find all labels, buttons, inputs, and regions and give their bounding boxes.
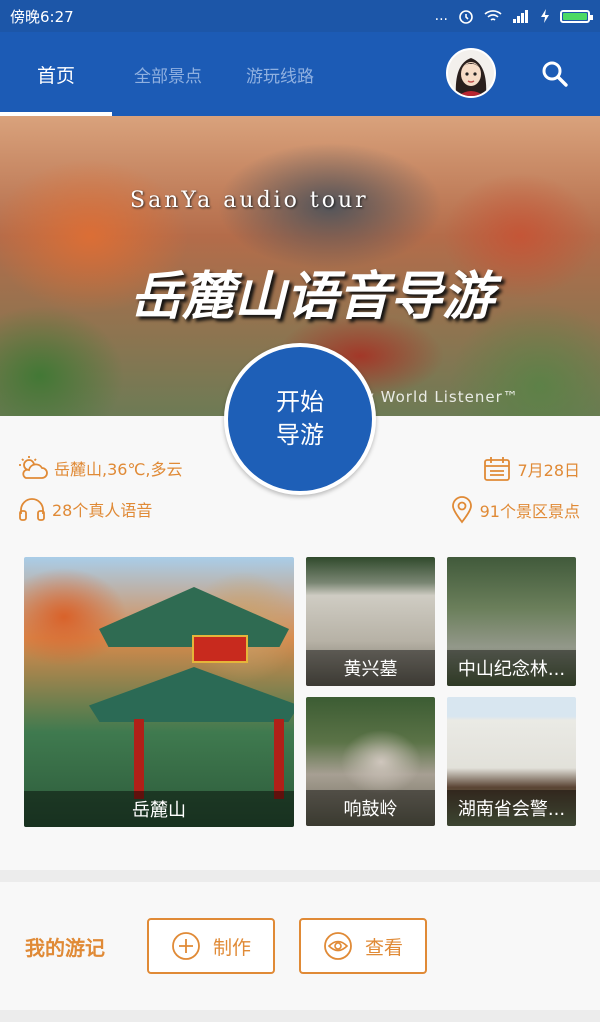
top-navbar: 首页 全部景点 游玩线路 (0, 32, 600, 116)
spot-tile-label: 湖南省会警... (447, 790, 576, 826)
make-journal-label: 制作 (212, 936, 251, 959)
status-bar: 傍晚6:27 ... (0, 0, 600, 32)
pavilion-plaque (192, 635, 248, 663)
date-info: 7月28日 (483, 456, 580, 482)
spot-tile-xianggu[interactable]: 响鼓岭 (306, 697, 435, 826)
alarm-icon (459, 10, 473, 24)
view-journal-button[interactable]: 查看 (299, 918, 427, 974)
charging-icon (541, 9, 549, 23)
spot-tile-label: 中山纪念林... (447, 650, 576, 686)
my-journal-section: 我的游记 制作 查看 (0, 882, 600, 1010)
weather-text: 岳麓山,36℃,多云 (54, 460, 183, 479)
spot-tile-huangxing[interactable]: 黄兴墓 (306, 557, 435, 686)
pavilion-roof-lower (89, 667, 294, 722)
banner-title: 岳麓山语音导游 (130, 266, 495, 327)
tab-home[interactable]: 首页 (0, 32, 112, 116)
avatar[interactable] (446, 48, 496, 98)
status-time: 傍晚6:27 (10, 7, 74, 26)
spot-tile-zhongshan[interactable]: 中山纪念林... (447, 557, 576, 686)
voices-info: 28个真人语音 (18, 496, 152, 522)
start-tour-label-2: 导游 (276, 421, 324, 449)
spot-tile-yuelu[interactable]: 岳麓山 (24, 557, 294, 827)
weather-cloud-sun-icon (19, 456, 48, 479)
date-text: 7月28日 (517, 461, 580, 480)
battery-icon (560, 9, 593, 23)
spots-count-text: 91个景区景点 (479, 502, 580, 521)
start-tour-label-1: 开始 (276, 388, 324, 416)
pavilion-columns (134, 719, 284, 799)
dots-icon: ... (434, 8, 448, 24)
tab-routes[interactable]: 游玩线路 (224, 32, 336, 116)
view-journal-label: 查看 (364, 936, 403, 959)
journal-title: 我的游记 (25, 936, 105, 960)
eye-icon (324, 932, 352, 960)
voices-text: 28个真人语音 (52, 501, 153, 520)
spot-tile-label: 黄兴墓 (306, 650, 435, 686)
weather-info: 岳麓山,36℃,多云 (18, 456, 183, 480)
location-pin-icon (451, 496, 472, 524)
make-journal-button[interactable]: 制作 (147, 918, 275, 974)
start-tour-button[interactable]: 开始 导游 (224, 343, 376, 495)
banner-credit: y World Listener™ (365, 388, 519, 406)
plus-circle-icon (172, 932, 200, 960)
search-icon (542, 61, 568, 87)
headphones-icon (19, 498, 45, 521)
spot-tile-label: 岳麓山 (24, 791, 294, 827)
tab-all-spots[interactable]: 全部景点 (112, 32, 224, 116)
cell-signal-icon (513, 10, 528, 23)
wifi-icon (484, 10, 502, 21)
avatar-icon (448, 50, 494, 96)
banner-subtitle: SanYa audio tour (130, 188, 369, 213)
calendar-icon (484, 457, 511, 481)
spot-tile-hunan[interactable]: 湖南省会警... (447, 697, 576, 826)
search-button[interactable] (535, 54, 575, 94)
status-icons: ... (434, 8, 593, 24)
spot-tile-label: 响鼓岭 (306, 790, 435, 826)
spots-count-info: 91个景区景点 (450, 496, 580, 524)
